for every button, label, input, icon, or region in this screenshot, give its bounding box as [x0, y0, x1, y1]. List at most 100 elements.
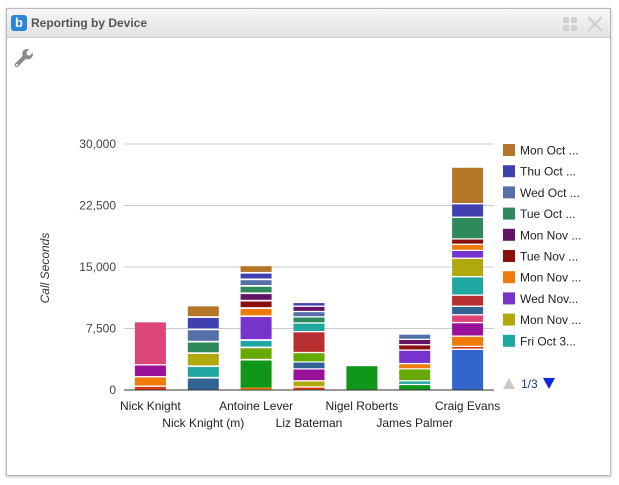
- bar-segment[interactable]: [399, 345, 431, 350]
- bar-segment[interactable]: [187, 316, 219, 318]
- legend-item[interactable]: Mon Oct ...: [503, 144, 579, 158]
- bar-segment[interactable]: [399, 362, 431, 365]
- bar-segment[interactable]: [399, 368, 431, 370]
- bar-segment[interactable]: [240, 294, 272, 300]
- bar-segment[interactable]: [399, 383, 431, 386]
- bar-segment[interactable]: [240, 348, 272, 359]
- bar-segment[interactable]: [240, 278, 272, 281]
- bar-segment[interactable]: [293, 316, 325, 318]
- legend-item[interactable]: Mon Nov ...: [503, 313, 581, 327]
- legend-item[interactable]: Thu Oct ...: [503, 165, 576, 179]
- bar-segment[interactable]: [187, 306, 219, 317]
- bar-segment[interactable]: [187, 328, 219, 331]
- bar-segment[interactable]: [240, 301, 272, 308]
- bar-segment[interactable]: [452, 321, 484, 324]
- bar-segment[interactable]: [240, 308, 272, 316]
- bar-segment[interactable]: [452, 349, 484, 390]
- bar-segment[interactable]: [293, 306, 325, 311]
- bar-segment[interactable]: [399, 364, 431, 369]
- bar-segment[interactable]: [187, 378, 219, 390]
- bar-segment[interactable]: [240, 280, 272, 286]
- bar-segment[interactable]: [399, 380, 431, 382]
- bar-segment[interactable]: [293, 369, 325, 381]
- bar-segment[interactable]: [452, 323, 484, 336]
- bar-segment[interactable]: [187, 367, 219, 377]
- bar-segment[interactable]: [240, 266, 272, 272]
- bar-segment[interactable]: [452, 216, 484, 218]
- bar-segment[interactable]: [240, 360, 272, 388]
- bar-segment[interactable]: [452, 258, 484, 277]
- bar-segment[interactable]: [134, 385, 166, 387]
- bar-segment[interactable]: [452, 276, 484, 278]
- bar-segment[interactable]: [293, 330, 325, 333]
- bar-segment[interactable]: [452, 203, 484, 205]
- bar-segment[interactable]: [240, 285, 272, 287]
- bar-segment[interactable]: [399, 385, 431, 390]
- legend-item[interactable]: Fri Oct 3...: [503, 334, 576, 348]
- pager-down-icon[interactable]: [543, 378, 555, 389]
- bar-segment[interactable]: [293, 317, 325, 323]
- legend-item[interactable]: Wed Nov...: [503, 292, 578, 306]
- bar-segment[interactable]: [399, 350, 431, 363]
- legend-item[interactable]: Mon Nov ...: [503, 228, 581, 242]
- bar-segment[interactable]: [452, 243, 484, 245]
- bar-segment[interactable]: [293, 353, 325, 362]
- bar-segment[interactable]: [293, 368, 325, 370]
- bar-segment[interactable]: [452, 204, 484, 217]
- pager-up-icon[interactable]: [503, 378, 515, 389]
- bar-segment[interactable]: [187, 340, 219, 343]
- bar-segment[interactable]: [452, 335, 484, 337]
- bar-segment[interactable]: [240, 317, 272, 340]
- bar-segment[interactable]: [399, 381, 431, 384]
- bar-segment[interactable]: [240, 286, 272, 293]
- bar-segment[interactable]: [134, 364, 166, 366]
- bar-segment[interactable]: [240, 299, 272, 302]
- bar-segment[interactable]: [399, 369, 431, 381]
- bar-segment[interactable]: [134, 322, 166, 365]
- bar-segment[interactable]: [293, 322, 325, 324]
- bar-segment[interactable]: [452, 306, 484, 315]
- legend-item[interactable]: Mon Nov ...: [503, 271, 581, 285]
- bar-segment[interactable]: [452, 217, 484, 239]
- bar-segment[interactable]: [452, 238, 484, 240]
- bar-segment[interactable]: [452, 348, 484, 350]
- legend-item[interactable]: Wed Oct ...: [503, 186, 580, 200]
- bar-segment[interactable]: [187, 330, 219, 341]
- bar-segment[interactable]: [293, 386, 325, 388]
- bar-segment[interactable]: [187, 342, 219, 353]
- bar-segment[interactable]: [399, 349, 431, 351]
- bar-segment[interactable]: [399, 334, 431, 339]
- bar-segment[interactable]: [452, 277, 484, 295]
- bar-segment[interactable]: [399, 338, 431, 340]
- bar-segment[interactable]: [452, 167, 484, 204]
- bar-segment[interactable]: [452, 345, 484, 347]
- bar-segment[interactable]: [452, 257, 484, 259]
- bar-segment[interactable]: [240, 271, 272, 274]
- bar-segment[interactable]: [293, 361, 325, 363]
- bar-segment[interactable]: [452, 244, 484, 250]
- bar-segment[interactable]: [452, 295, 484, 306]
- bar-segment[interactable]: [293, 312, 325, 317]
- bar-segment[interactable]: [452, 249, 484, 252]
- bar-segment[interactable]: [240, 273, 272, 279]
- bar-segment[interactable]: [452, 251, 484, 258]
- bar-segment[interactable]: [187, 352, 219, 354]
- bar-segment[interactable]: [293, 323, 325, 331]
- bar-segment[interactable]: [240, 339, 272, 341]
- bar-segment[interactable]: [293, 303, 325, 306]
- bar-segment[interactable]: [346, 366, 378, 390]
- bar-segment[interactable]: [452, 315, 484, 322]
- bar-segment[interactable]: [293, 305, 325, 307]
- bar-segment[interactable]: [240, 340, 272, 347]
- bar-segment[interactable]: [293, 310, 325, 313]
- bar-segment[interactable]: [293, 380, 325, 382]
- bar-segment[interactable]: [187, 317, 219, 329]
- bar-segment[interactable]: [240, 358, 272, 361]
- bar-segment[interactable]: [240, 307, 272, 309]
- bar-segment[interactable]: [240, 292, 272, 295]
- bar-segment[interactable]: [187, 353, 219, 366]
- bar-segment[interactable]: [293, 381, 325, 387]
- bar-segment[interactable]: [399, 344, 431, 346]
- bar-segment[interactable]: [452, 346, 484, 349]
- bar-segment[interactable]: [134, 376, 166, 378]
